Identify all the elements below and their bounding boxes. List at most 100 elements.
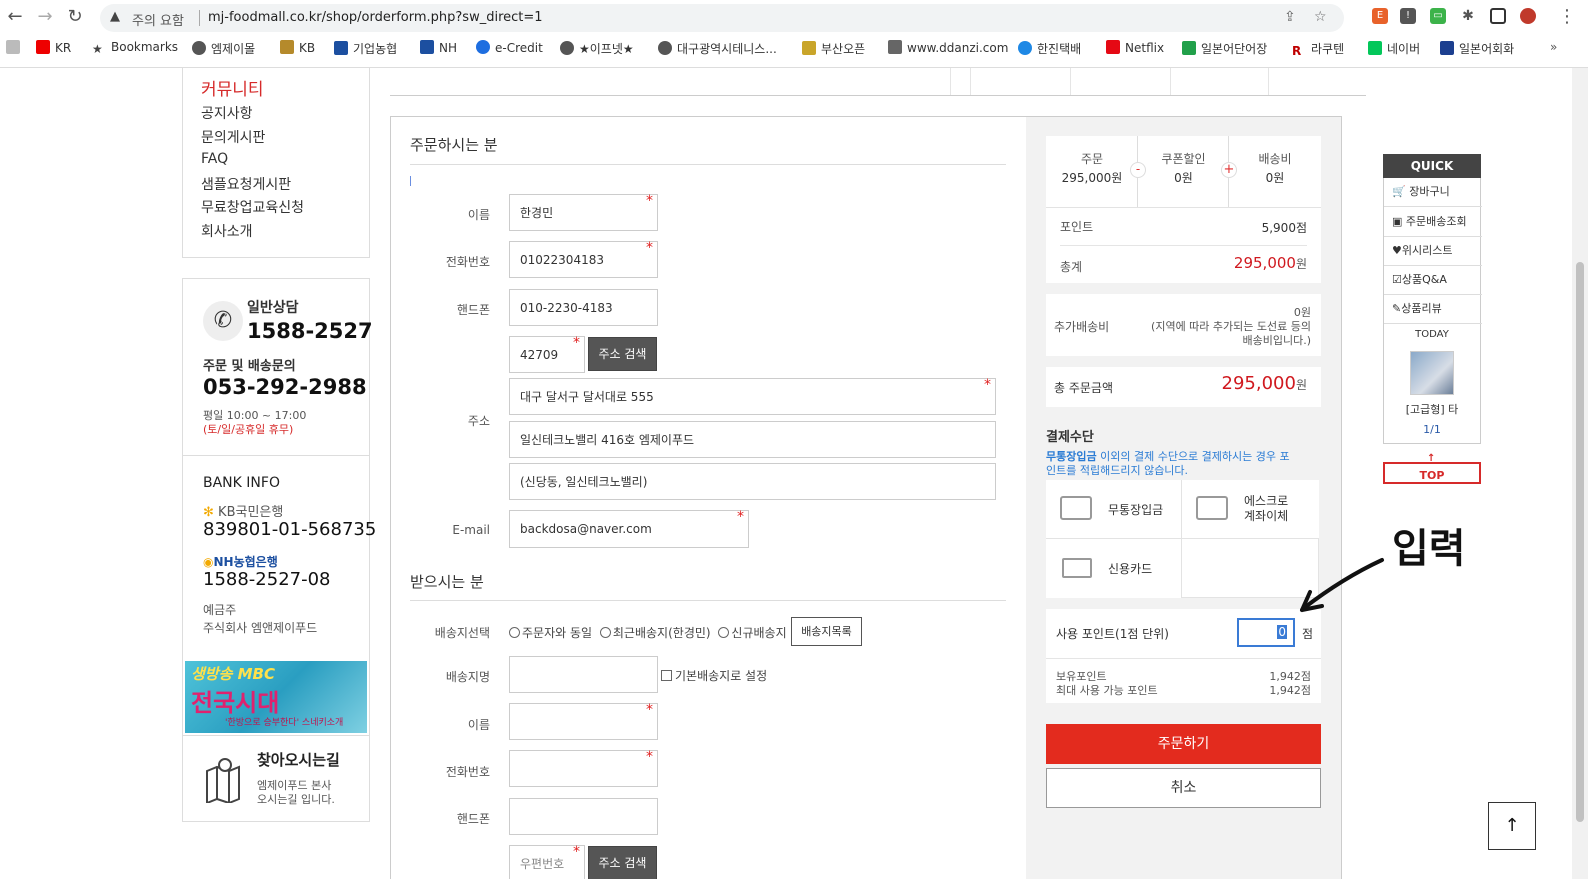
use-point-row: 사용 포인트(1점 단위) 0 점 — [1046, 609, 1321, 659]
mbc-banner[interactable]: 생방송 MBC 전국시대 '한방으로 승부한다' 스네키소개 — [185, 661, 367, 733]
quick-cart[interactable]: 🛒 장바구니 — [1384, 178, 1482, 207]
share-icon[interactable]: ⇪ — [1284, 9, 1296, 25]
star-icon: ★ — [92, 42, 103, 56]
use-point-input[interactable]: 0 — [1237, 618, 1295, 647]
community-link[interactable]: 공지사항 — [201, 103, 253, 123]
recent-product-thumbnail[interactable] — [1410, 351, 1454, 395]
address-line1-input[interactable]: 대구 달서구 달서대로 555 * — [509, 377, 996, 415]
email-label: E-mail — [452, 523, 490, 537]
browser-toolbar: ← → ↻ ▲ 주의 요함 mj-foodmall.co.kr/shop/ord… — [0, 0, 1588, 34]
address-line2-input[interactable]: 일신테크노밸리 416호 엠제이푸드 — [509, 421, 996, 458]
address-bar[interactable]: ▲ 주의 요함 mj-foodmall.co.kr/shop/orderform… — [100, 4, 1344, 32]
place-name-input[interactable] — [509, 656, 658, 693]
back-icon[interactable]: ← — [4, 6, 26, 28]
payment-credit-card[interactable]: 신용카드 — [1046, 539, 1182, 598]
bookmark-item[interactable]: ★이프넷★ — [560, 40, 634, 58]
annotation-label: 입력 — [1392, 526, 1466, 572]
address-line3-input[interactable]: (신당동, 일신테크노밸리) — [509, 463, 996, 500]
receiver-address-search-button[interactable]: 주소 검색 — [588, 846, 657, 879]
quick-wishlist[interactable]: ♥위시리스트 — [1384, 237, 1482, 266]
consult-label: 일반상담 — [247, 300, 299, 316]
globe-icon — [192, 41, 206, 55]
puzzle-icon[interactable]: ✱ — [1460, 8, 1476, 24]
nh-bank-name: ◉NH농협은행 — [203, 555, 278, 569]
account-holder-name: 주식회사 엠앤제이푸드 — [203, 621, 318, 635]
address-list-button[interactable]: 배송지목록 — [791, 617, 862, 646]
menu-icon[interactable]: ⋮ — [1556, 6, 1578, 28]
bookmark-item[interactable]: KB — [280, 40, 315, 58]
reload-icon[interactable]: ↻ — [64, 6, 86, 28]
bookmark-item[interactable]: www.ddanzi.com — [888, 40, 1008, 58]
bookmark-item[interactable]: ★ Bookmarks — [92, 40, 178, 58]
community-link[interactable]: 무료창업교육신청 — [201, 197, 304, 217]
payment-bank-transfer[interactable]: 무통장입금 — [1046, 480, 1182, 539]
bookmark-item[interactable]: Netflix — [1106, 40, 1164, 58]
warning-icon: ▲ — [110, 9, 120, 24]
bookmark-item[interactable]: 일본어회화 — [1440, 40, 1514, 58]
cancel-button[interactable]: 취소 — [1046, 768, 1321, 808]
bookmark-item[interactable]: R 라쿠텐 — [1292, 40, 1344, 58]
recent-product-name[interactable]: [고급형] 타 — [1384, 401, 1480, 417]
bookmark-item[interactable]: 부산오픈 — [802, 40, 865, 58]
quick-order-tracking[interactable]: ▣ 주문배송조회 — [1384, 208, 1482, 237]
orderer-mobile-input[interactable]: 010-2230-4183 — [509, 289, 658, 326]
radio-same[interactable] — [509, 627, 520, 638]
scrollbar[interactable] — [1572, 68, 1588, 879]
email-input[interactable]: backdosa@naver.com * — [509, 509, 749, 548]
ddanzi-icon — [888, 40, 902, 54]
forward-icon[interactable]: → — [34, 6, 56, 28]
receiver-name-input[interactable]: * — [509, 702, 658, 740]
account-holder-label: 예금주 — [203, 603, 237, 617]
community-link[interactable]: 문의게시판 — [201, 127, 265, 147]
bookmark-item[interactable]: 대구광역시테니스... — [658, 40, 777, 58]
annotation-arrow-icon — [1300, 558, 1384, 612]
zip-input[interactable]: 42709 * — [509, 335, 585, 373]
extension-icon[interactable]: ▭ — [1430, 8, 1446, 24]
payment-note: 인트를 적립해드리지 않습니다. — [1046, 464, 1189, 477]
url-text[interactable]: mj-foodmall.co.kr/shop/orderform.php?sw_… — [208, 10, 543, 25]
extension-icon[interactable]: E — [1372, 8, 1388, 24]
pencil-icon: ✎ — [1392, 302, 1402, 315]
quick-review[interactable]: ✎상품리뷰 — [1384, 295, 1482, 324]
bookmark-item[interactable]: 한진택배 — [1018, 40, 1081, 58]
bookmark-item[interactable]: NH — [420, 40, 457, 58]
place-order-button[interactable]: 주문하기 — [1046, 724, 1321, 764]
extension-icon[interactable]: ! — [1400, 8, 1416, 24]
radio-recent[interactable] — [599, 627, 611, 638]
consult-phone: 1588-2527 — [247, 319, 373, 343]
community-link[interactable]: 회사소개 — [201, 221, 253, 241]
nh-icon — [334, 41, 348, 55]
community-link[interactable]: FAQ — [201, 151, 228, 167]
apps-icon[interactable] — [6, 40, 25, 58]
radio-new[interactable] — [718, 627, 730, 638]
bookmark-item[interactable]: 기업농협 — [334, 40, 397, 58]
dict-icon — [1440, 41, 1454, 55]
directions-title[interactable]: 찾아오시는길 — [257, 749, 340, 770]
scroll-top-icon[interactable]: ↑ — [1488, 802, 1536, 850]
orderer-phone-input[interactable]: 01022304183 * — [509, 240, 658, 278]
address-search-button[interactable]: 주소 검색 — [588, 337, 657, 371]
sidepanel-icon[interactable] — [1490, 8, 1506, 24]
scrollbar-thumb[interactable] — [1576, 262, 1584, 822]
community-link[interactable]: 샘플요청게시판 — [201, 174, 291, 194]
orderer-name-input[interactable]: 한경민 * — [509, 193, 658, 231]
price-breakdown: 주문 295,000원 - 쿠폰할인 0원 + 배송비 0원 — [1046, 136, 1321, 207]
profile-icon[interactable] — [1520, 8, 1536, 24]
receiver-section-title: 받으시는 분 — [410, 573, 484, 591]
bookmark-item[interactable]: KR — [36, 40, 71, 58]
bookmark-item[interactable]: 엠제이몰 — [192, 40, 255, 58]
dict-icon — [1182, 41, 1196, 55]
default-address-checkbox[interactable]: 기본배송지로 설정 — [661, 667, 767, 684]
bookmark-item[interactable]: 네이버 — [1368, 40, 1420, 58]
receiver-phone-input[interactable]: * — [509, 749, 658, 787]
receiver-zip-input[interactable]: 우편번호 * — [509, 844, 585, 879]
bookmark-item[interactable]: e-Credit — [476, 40, 543, 58]
top-button[interactable]: ↑ TOP — [1383, 454, 1481, 484]
quick-qna[interactable]: ☑상품Q&A — [1384, 266, 1482, 295]
bookmark-item[interactable]: 일본어단어장 — [1182, 40, 1267, 58]
payment-escrow[interactable]: 에스크로 계좌이체 — [1182, 480, 1319, 539]
more-bookmarks-icon[interactable]: » — [1550, 40, 1557, 58]
receiver-mobile-input[interactable] — [509, 798, 658, 835]
netflix-icon — [1106, 40, 1120, 54]
star-icon[interactable]: ☆ — [1314, 9, 1327, 25]
